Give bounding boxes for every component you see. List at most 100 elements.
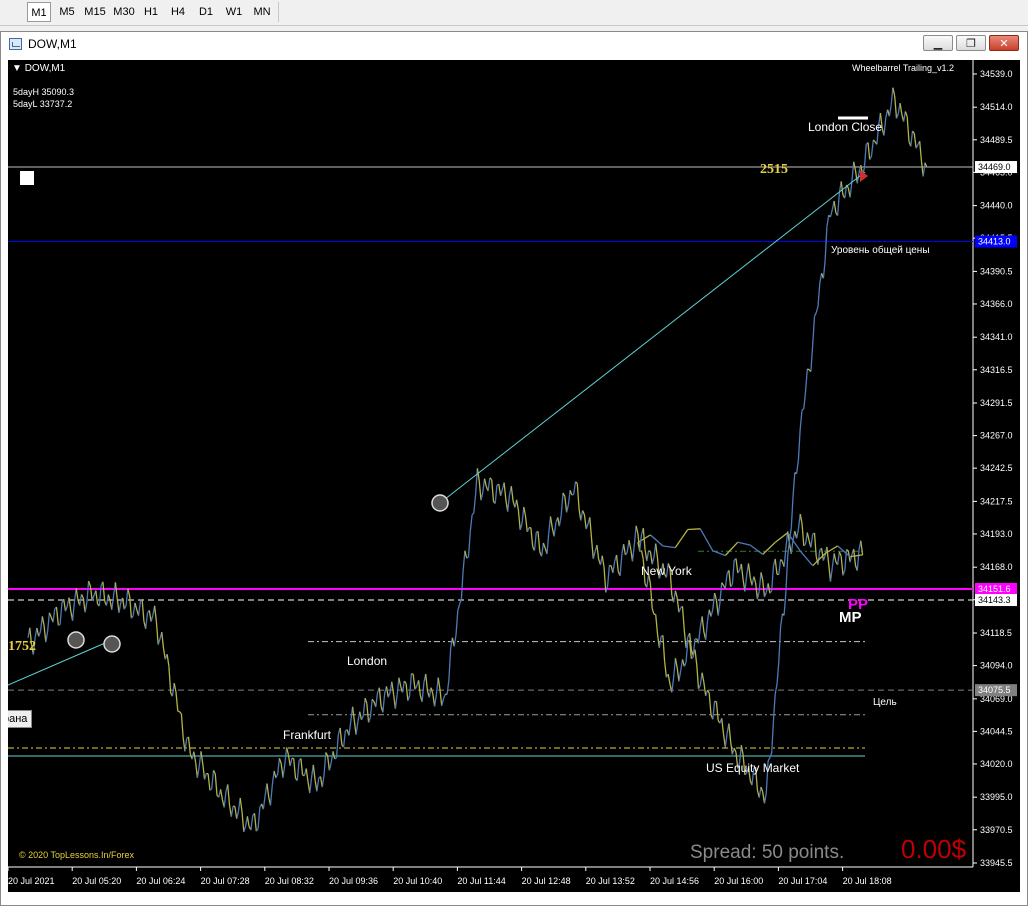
y-tick-label-18: 34094.0 [980,661,1013,671]
price-bar-69 [150,615,154,622]
price-bar-216 [412,674,416,690]
price-bar-635 [902,111,907,122]
restore-icon: ❐ [966,37,976,50]
price-bar-231 [439,689,443,706]
price-bar-304 [569,490,573,496]
restore-button[interactable]: ❐ [956,35,986,51]
timeframe-mn-button[interactable]: MN [250,2,274,22]
price-bar-250 [473,494,477,514]
close-button[interactable]: ✕ [989,35,1019,51]
timeframe-d1-button[interactable]: D1 [194,2,218,22]
price-bar-299 [560,492,564,516]
y-tick-label-24: 33945.5 [980,858,1013,868]
price-bar-433 [799,513,803,524]
price-bar-286 [537,531,541,552]
price-bar-158 [309,777,313,794]
price-bar-528 [712,701,716,720]
price-bar-322 [601,555,605,567]
price-bar-45 [107,594,111,601]
price-bar-293 [549,516,553,529]
price-bar-245 [464,550,468,559]
white-square-marker[interactable] [20,171,34,185]
price-bar-110 [223,791,227,808]
price-bar-5 [36,627,40,637]
price-bar-560 [769,752,773,758]
price-bar-60 [134,602,138,610]
price-bar-580 [804,368,808,393]
price-bar-544 [740,745,744,755]
timeframe-h1-button[interactable]: H1 [139,2,163,22]
timeframe-m1-button[interactable]: M1 [27,2,51,22]
price-bar-108 [219,789,224,800]
timeframe-m5-button[interactable]: M5 [55,2,79,22]
price-bar-308 [576,483,580,510]
price-bar-151 [296,760,300,781]
window-titlebar[interactable]: DOW,M1 ▁ ❐ ✕ [1,32,1027,57]
price-bar-492 [648,550,651,553]
price-bar-316 [590,538,594,559]
price-bar-225 [428,687,432,698]
price-bar-588 [819,273,823,284]
price-bar-330 [615,554,619,572]
price-bar-114 [230,806,234,817]
price-bar-105 [214,773,218,796]
price-chart[interactable]: 34539.034514.034489.534465.034440.034415… [8,60,1020,892]
trade-marker-icon-1 [67,631,85,649]
price-bar-378 [701,616,705,632]
price-bar-54 [123,604,127,610]
window-title: DOW,M1 [28,37,77,51]
price-bar-302 [565,504,570,513]
price-bar-455 [838,551,842,557]
price-bar-354 [658,636,662,648]
close-icon: ✕ [999,37,1009,50]
timeframe-m15-button[interactable]: M15 [81,2,109,22]
price-bar-21 [64,606,68,612]
price-bar-568 [783,591,787,616]
price-bar-408 [754,582,759,600]
price-bar-325 [606,565,611,587]
price-bar-417 [771,566,775,591]
price-bar-506 [672,590,677,603]
dropdown-triangle-icon[interactable]: ▼ [12,63,22,74]
level-label-target: Цель [873,697,897,708]
timeframe-h4-button[interactable]: H4 [166,2,190,22]
price-bar-55 [125,588,129,606]
price-bar-25 [71,602,76,621]
price-bar-387 [717,602,721,616]
minimize-button[interactable]: ▁ [923,35,953,51]
price-bar-143 [282,764,286,778]
timeframe-w1-button[interactable]: W1 [222,2,246,22]
price-bar-269 [507,494,511,512]
price-bar-587 [817,282,821,307]
price-bar-10 [45,631,49,643]
price-bar-555 [760,786,764,793]
price-bar-228 [433,694,438,707]
price-bar-119 [239,797,243,812]
price-bar-7 [39,616,43,632]
price-bar-264 [498,484,502,496]
price-bar-421 [778,559,782,575]
price-bar-628 [890,87,894,106]
price-bar-169 [328,762,332,771]
price-bar-240 [455,610,459,636]
session-label-london: London [347,654,388,668]
price-bar-477 [737,541,751,546]
price-bar-526 [708,692,712,715]
price-bar-600 [840,181,844,196]
price-bar-356 [662,635,666,662]
price-bar-138 [273,770,277,779]
price-bar-132 [262,795,266,810]
price-bar-350 [651,608,655,615]
price-bar-73 [157,638,161,645]
price-bar-451 [831,553,835,568]
price-bar-182 [351,706,356,722]
price-bar-607 [853,161,857,171]
timeframe-m30-button[interactable]: M30 [110,2,138,22]
price-bar-11 [46,612,51,632]
y-tick-label-4: 34440.0 [980,201,1013,211]
price-bar-44 [105,594,109,606]
y-tick-label-2: 34489.5 [980,135,1013,145]
price-bar-239 [453,634,457,647]
price-bar-629 [892,87,896,97]
price-bar-188 [362,698,366,716]
